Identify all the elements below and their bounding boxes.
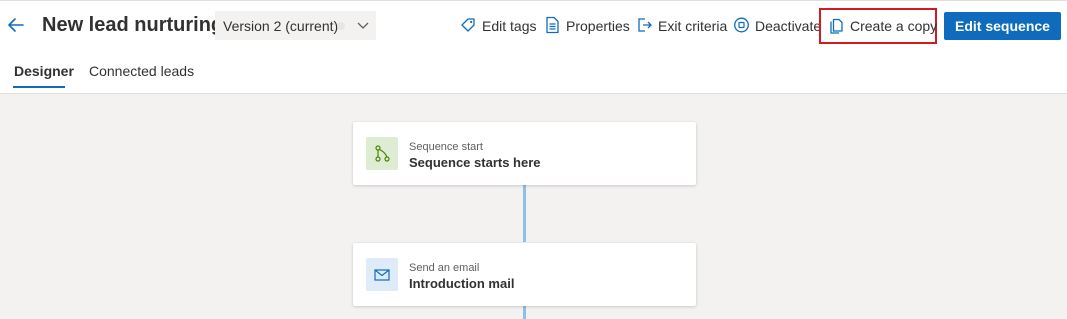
sequence-start-step[interactable]: Sequence start Sequence starts here [353, 122, 696, 185]
edit-sequence-button[interactable]: Edit sequence [944, 12, 1061, 40]
version-label: Version 2 (current) [223, 18, 339, 34]
tab-connected-leads[interactable]: Connected leads [89, 63, 194, 79]
chevron-down-icon [357, 22, 369, 29]
command-bar: New lead nurturing Version 2 (current) E… [0, 0, 1067, 50]
connector-line [523, 306, 526, 319]
connector-line [523, 185, 526, 242]
edit-tags-label: Edit tags [482, 18, 537, 34]
create-copy-label: Create a copy [850, 18, 938, 34]
deactivate-button[interactable]: Deactivate [733, 16, 821, 36]
document-icon [546, 16, 559, 34]
step-title: Introduction mail [409, 276, 515, 291]
exit-criteria-label: Exit criteria [658, 18, 728, 34]
send-email-step[interactable]: Send an email Introduction mail [353, 243, 696, 306]
mail-icon [374, 269, 390, 281]
designer-canvas[interactable]: Sequence start Sequence starts here Send… [0, 94, 1067, 319]
step-icon-tile [366, 137, 398, 170]
status-dot-icon [337, 22, 345, 30]
tab-bar: Designer Connected leads [0, 50, 1067, 94]
active-tab-indicator [13, 86, 65, 88]
properties-label: Properties [566, 18, 630, 34]
exit-icon [638, 18, 652, 32]
step-title: Sequence starts here [409, 155, 541, 170]
tab-designer[interactable]: Designer [14, 63, 74, 79]
stop-circle-icon [734, 17, 749, 33]
properties-button[interactable]: Properties [544, 16, 630, 36]
deactivate-label: Deactivate [755, 18, 822, 34]
back-arrow-icon[interactable] [6, 14, 26, 36]
page-title: New lead nurturing [42, 14, 224, 36]
edit-tags-button[interactable]: Edit tags [460, 16, 536, 36]
create-copy-button[interactable]: Create a copy [828, 16, 937, 36]
exit-criteria-button[interactable]: Exit criteria [636, 16, 727, 36]
step-icon-tile [366, 258, 398, 291]
branch-icon [375, 145, 390, 162]
tag-icon [461, 18, 475, 32]
step-type-label: Sequence start [409, 141, 483, 153]
copy-icon [830, 18, 843, 34]
version-dropdown[interactable]: Version 2 (current) [215, 11, 376, 40]
step-type-label: Send an email [409, 262, 480, 274]
